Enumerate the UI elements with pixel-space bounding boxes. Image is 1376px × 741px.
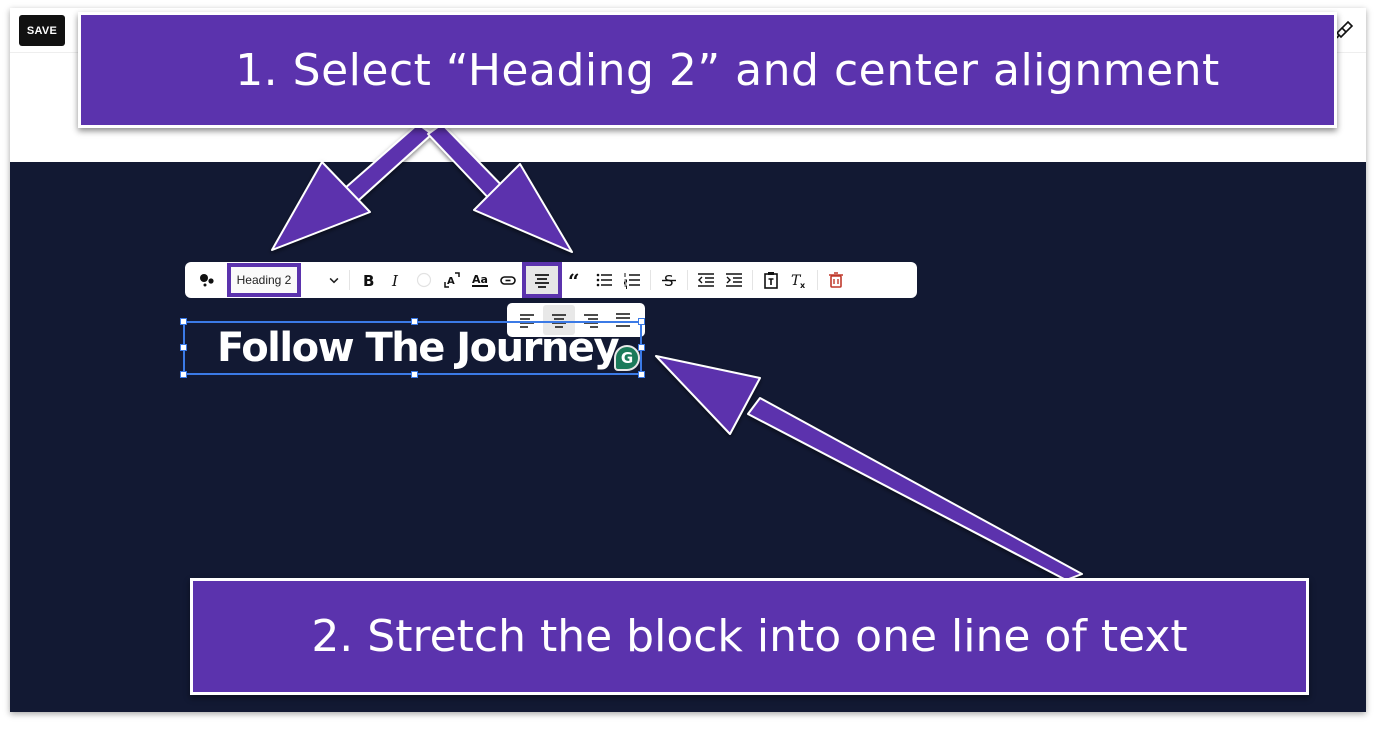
resize-handle[interactable] [180,344,187,351]
svg-text:B: B [363,272,374,289]
bullet-list-icon[interactable] [590,266,618,294]
font-size-icon[interactable]: A [438,266,466,294]
heading-text[interactable]: Follow The Journey [217,325,620,371]
resize-handle[interactable] [180,371,187,378]
save-button[interactable]: SAVE [19,15,65,46]
svg-text:I: I [391,272,399,289]
resize-handle[interactable] [411,371,418,378]
text-style-select[interactable]: Heading 2 [227,263,301,297]
divider [650,270,651,290]
divider [687,270,688,290]
link-icon[interactable] [494,266,522,294]
resize-handle[interactable] [180,318,187,325]
strikethrough-icon[interactable]: S [655,266,683,294]
svg-text:Aa: Aa [472,273,488,286]
clipboard-text-icon[interactable] [757,266,785,294]
svg-text:x: x [800,281,806,289]
resize-handle[interactable] [411,318,418,325]
divider [349,270,350,290]
clear-format-icon[interactable]: Tx [785,266,813,294]
resize-handle[interactable] [638,344,645,351]
font-style-icon[interactable]: Aa [466,266,494,294]
block-menu-dots-icon[interactable] [193,266,221,294]
step-2-callout: 2. Stretch the block into one line of te… [190,578,1309,695]
grammarly-icon[interactable]: G [614,345,640,371]
align-center-icon[interactable] [522,262,562,298]
divider [817,270,818,290]
color-circle-icon[interactable] [410,266,438,294]
italic-icon[interactable]: I [382,266,410,294]
outdent-icon[interactable] [692,266,720,294]
indent-icon[interactable] [720,266,748,294]
chevron-down-icon[interactable] [301,266,345,294]
quote-icon[interactable]: “ [562,266,590,294]
bold-icon[interactable]: B [354,266,382,294]
svg-text:“: “ [568,271,580,289]
divider [752,270,753,290]
svg-text:A: A [447,276,455,287]
heading-text-block[interactable]: Follow The Journey [180,318,645,378]
trash-icon[interactable] [822,266,850,294]
numbered-list-icon[interactable] [618,266,646,294]
paintbrush-icon[interactable] [1334,20,1354,40]
resize-handle[interactable] [638,371,645,378]
resize-handle[interactable] [638,318,645,325]
step-1-callout: 1. Select “Heading 2” and center alignme… [78,12,1337,128]
text-formatting-toolbar: Heading 2 B I A Aa “ S Tx [185,262,917,298]
